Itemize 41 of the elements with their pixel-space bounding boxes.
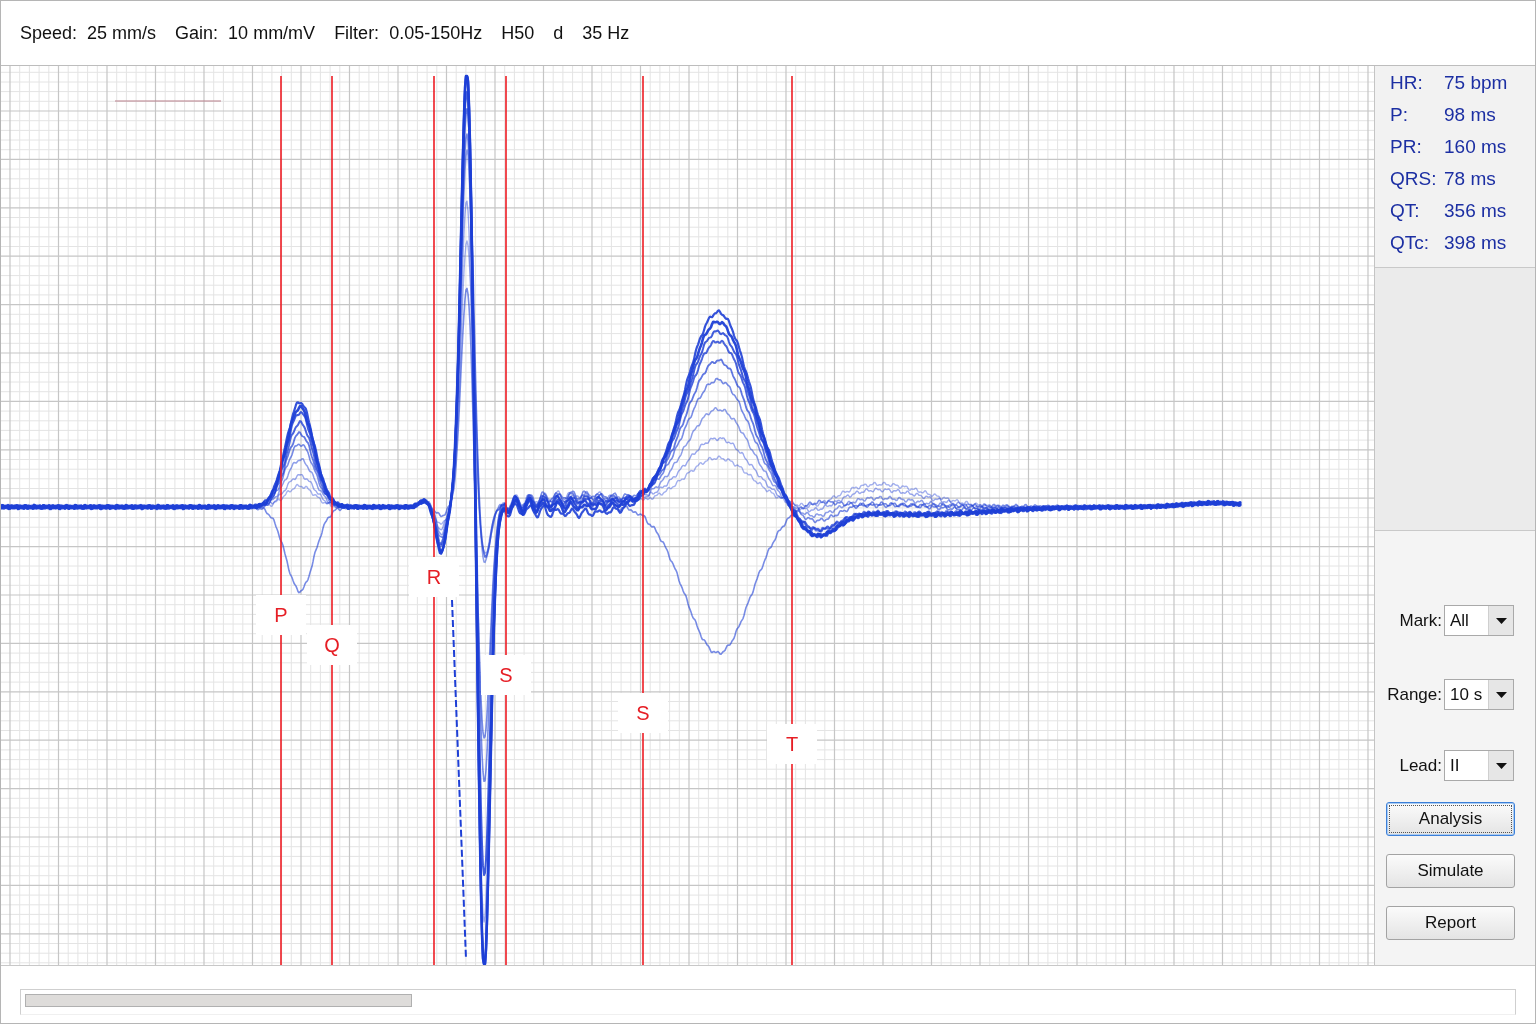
marker-label: T: [785, 733, 799, 755]
dropdown[interactable]: All: [1444, 605, 1514, 636]
filter-option: d: [553, 22, 564, 44]
caret-down-icon[interactable]: [1495, 617, 1507, 624]
measurement-label: QTc:: [1390, 232, 1431, 254]
dropdown[interactable]: 10 s: [1444, 679, 1514, 710]
setting-value: 0.05-150Hz: [389, 22, 483, 44]
setting-label: Filter:: [334, 22, 380, 44]
setting-label: Speed:: [20, 22, 78, 44]
caret-down-icon[interactable]: [1495, 762, 1507, 769]
measurement-value: 98 ms: [1444, 104, 1496, 126]
caret-down-icon[interactable]: [1495, 691, 1507, 698]
filter-option: 35 Hz: [582, 22, 630, 44]
marker-label: R: [426, 566, 442, 588]
action-button[interactable]: Report: [1386, 906, 1515, 940]
scrollbar-track[interactable]: [20, 989, 1516, 1015]
action-button[interactable]: Simulate: [1386, 854, 1515, 888]
measurement-value: 160 ms: [1444, 136, 1507, 158]
measurement-value: 78 ms: [1444, 168, 1496, 190]
scrollbar-thumb[interactable]: [25, 994, 412, 1007]
measurement-label: P:: [1390, 104, 1409, 126]
measurement-label: QRS:: [1390, 168, 1438, 190]
marker-label: Q: [324, 634, 340, 656]
dropdown[interactable]: II: [1444, 750, 1514, 781]
setting-label: Gain:: [175, 22, 219, 44]
setting-value: 10 mm/mV: [228, 22, 316, 44]
marker-label: S: [499, 664, 513, 686]
measurement-value: 398 ms: [1444, 232, 1507, 254]
field-label: Lead:: [1398, 755, 1443, 776]
measurement-label: PR:: [1390, 136, 1423, 158]
filter-option: H50: [501, 22, 535, 44]
setting-value: 25 mm/s: [87, 22, 157, 44]
measurement-value: 356 ms: [1444, 200, 1507, 222]
field-label: Mark:: [1398, 610, 1443, 631]
measurement-label: QT:: [1390, 200, 1421, 222]
marker-label: P: [274, 604, 288, 626]
marker-label: S: [636, 702, 650, 724]
measurement-label: HR:: [1390, 72, 1424, 94]
field-label: Range:: [1386, 684, 1443, 705]
measurement-value: 75 bpm: [1444, 72, 1508, 94]
action-button[interactable]: Analysis: [1386, 802, 1515, 836]
